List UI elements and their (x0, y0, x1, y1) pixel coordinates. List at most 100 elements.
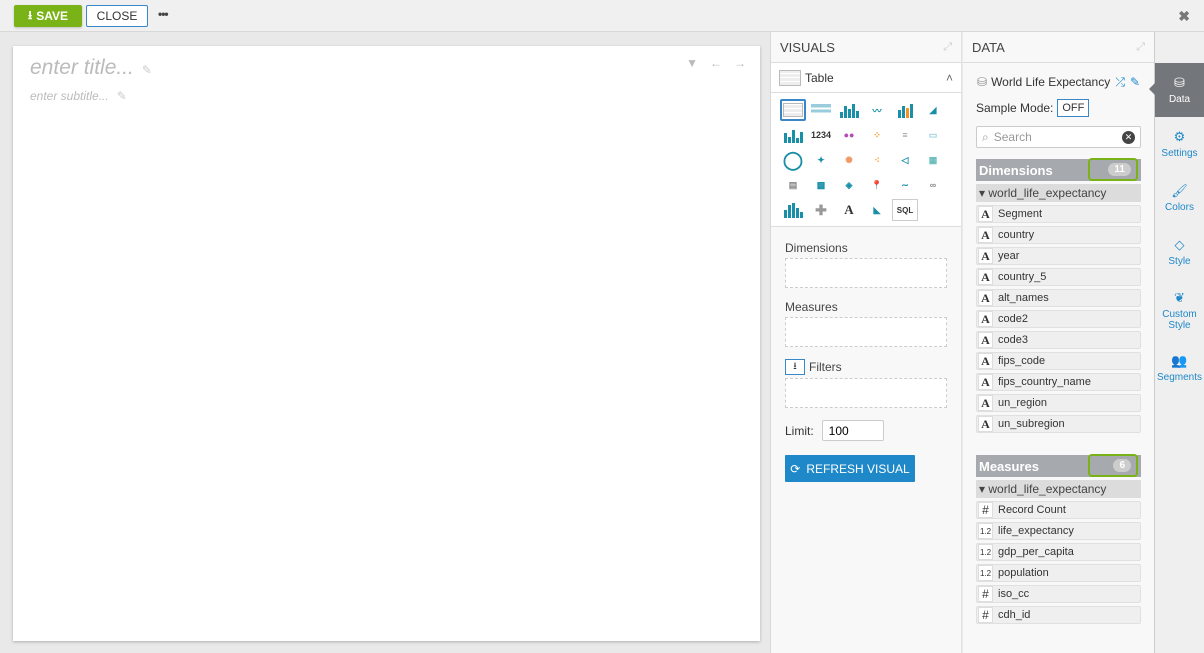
refresh-visual-button[interactable]: ⟳ REFRESH VISUAL (785, 455, 915, 482)
close-button[interactable]: CLOSE (86, 5, 148, 27)
text-type-icon: A (978, 206, 993, 222)
donut-icon[interactable]: ◯ (780, 149, 806, 171)
measures-label: Measures (979, 458, 1039, 474)
dimension-field[interactable]: Afips_country_name (976, 373, 1141, 391)
expand-icon[interactable]: ⤢ (943, 41, 952, 54)
sidebar-tab-segments[interactable]: 👥 Segments (1155, 341, 1204, 395)
correlation-icon[interactable]: ∞ (920, 174, 946, 196)
search-placeholder: Search (993, 130, 1032, 144)
sidebar-tab-data[interactable]: ⛁ Data (1149, 63, 1204, 117)
cross-tab-icon[interactable] (808, 99, 834, 121)
title-field[interactable]: enter title... ✎ (30, 56, 152, 80)
sidebar-tab-settings[interactable]: ⚙ Settings (1155, 117, 1204, 171)
combo-chart-icon[interactable] (892, 99, 918, 121)
dimension-field[interactable]: Acountry (976, 226, 1141, 244)
field-name: code3 (998, 334, 1028, 346)
limit-row: Limit: (785, 420, 947, 441)
chevron-up-icon[interactable]: ˄ (946, 71, 953, 85)
dimension-field[interactable]: Aun_subregion (976, 415, 1141, 433)
edit-dataset-icon[interactable]: ✎ (1130, 75, 1140, 90)
funnel-icon[interactable]: ◁ (892, 149, 918, 171)
expand-icon[interactable]: ⤢ (1136, 41, 1145, 54)
arrow-left-icon[interactable]: ← (710, 56, 722, 70)
field-name: population (998, 567, 1049, 579)
sparkline-icon[interactable]: ∼ (892, 174, 918, 196)
sample-mode-toggle[interactable]: OFF (1057, 99, 1090, 117)
visuals-header: VISUALS ⤢ (771, 32, 961, 63)
scatter-icon[interactable]: ⁘ (864, 124, 890, 146)
refresh-label: REFRESH VISUAL (806, 461, 910, 476)
sidebar-tab-label: Style (1168, 256, 1191, 267)
measure-field[interactable]: # cdh_id (976, 606, 1141, 624)
dimension-field[interactable]: Aun_region (976, 394, 1141, 412)
area-chart-icon[interactable]: ◢ (920, 99, 946, 121)
filter-download-icon[interactable]: ⭳ (785, 359, 805, 375)
clear-search-icon[interactable]: ✕ (1122, 130, 1135, 144)
sql-icon[interactable]: SQL (892, 199, 918, 221)
heatmap-icon[interactable]: ▦ (920, 149, 946, 171)
shuffle-icon[interactable]: ⤮ (1115, 75, 1125, 90)
histogram-icon[interactable] (780, 199, 806, 221)
field-search-input[interactable]: ⌕ Search ✕ (976, 126, 1141, 148)
text-type-icon: A (978, 353, 993, 369)
stacked-bar-icon[interactable] (836, 99, 862, 121)
arrow-right-icon[interactable]: → (734, 56, 746, 70)
dimension-field[interactable]: A Segment (976, 205, 1141, 223)
limit-input[interactable] (821, 420, 884, 441)
chord-icon[interactable]: ✺ (836, 149, 862, 171)
map-icon[interactable]: ▤ (780, 174, 806, 196)
aster-icon[interactable]: ≡ (892, 124, 918, 146)
line-chart-icon[interactable]: 〰 (864, 99, 890, 121)
dimensions-section: Dimensions 11 ▾ world_life_expectancy A Se… (976, 158, 1141, 433)
subtitle-field[interactable]: enter subtitle... ✎ (30, 89, 127, 103)
bar-icon[interactable]: ▭ (920, 124, 946, 146)
measures-header[interactable]: Measures 6 (976, 454, 1141, 477)
group-label: world_life_expectancy (988, 482, 1107, 496)
us-map-icon[interactable]: ◈ (836, 174, 862, 196)
sidebar-tab-custom-style[interactable]: ❦ Custom Style (1155, 279, 1204, 341)
filters-dropzone[interactable] (785, 378, 947, 408)
packed-bubbles-icon[interactable]: ●● (836, 124, 862, 146)
more-options-button[interactable]: ••• (158, 7, 169, 21)
decimal-type-icon: 1.2 (978, 544, 993, 560)
network-icon[interactable]: ⁖ (864, 149, 890, 171)
filters-shelf-header: ⭳ Filters (785, 359, 947, 375)
rich-text-icon[interactable]: A (836, 199, 862, 221)
interactive-map-icon[interactable]: 📍 (864, 174, 890, 196)
table-visual-icon[interactable] (780, 99, 806, 121)
measure-field[interactable]: 1.2 life_expectancy (976, 522, 1141, 540)
sidebar-tab-style[interactable]: ◇ Style (1155, 225, 1204, 279)
save-button[interactable]: ⭳ SAVE (14, 5, 82, 27)
measure-field[interactable]: 1.2 gdp_per_capita (976, 543, 1141, 561)
dimension-field[interactable]: Afips_code (976, 352, 1141, 370)
dimension-field[interactable]: Ayear (976, 247, 1141, 265)
dimensions-dropzone[interactable] (785, 258, 947, 288)
grouped-bar-icon[interactable] (780, 124, 806, 146)
dimension-field[interactable]: Acode2 (976, 310, 1141, 328)
extension-icon[interactable]: ✚ (808, 199, 834, 221)
dimension-field[interactable]: Aalt_names (976, 289, 1141, 307)
field-name: Record Count (998, 504, 1066, 516)
pencil-icon[interactable]: ✎ (142, 63, 152, 77)
sidebar-tab-colors[interactable]: 🖌 Colors (1155, 171, 1204, 225)
visual-type-selector[interactable]: Table ˄ (771, 63, 961, 93)
filters-shelf-label: Filters (809, 360, 842, 374)
measure-field[interactable]: # Record Count (976, 501, 1141, 519)
dimensions-group[interactable]: ▾ world_life_expectancy (976, 184, 1141, 202)
measure-field[interactable]: # iso_cc (976, 585, 1141, 603)
filter-icon[interactable]: ▼ (686, 56, 698, 70)
dimension-field[interactable]: Acode3 (976, 331, 1141, 349)
kpi-icon[interactable]: 1234 (808, 124, 834, 146)
measures-dropzone[interactable] (785, 317, 947, 347)
pencil-icon[interactable]: ✎ (117, 89, 127, 103)
field-name: year (998, 250, 1020, 262)
choropleth-icon[interactable]: ▩ (808, 174, 834, 196)
dimensions-header[interactable]: Dimensions 11 (976, 158, 1141, 181)
pareto-icon[interactable]: ◣ (864, 199, 890, 221)
dimension-field[interactable]: Acountry_5 (976, 268, 1141, 286)
measures-group[interactable]: ▾ world_life_expectancy (976, 480, 1141, 498)
close-window-icon[interactable]: ✖ (1178, 8, 1190, 25)
measure-field[interactable]: 1.2 population (976, 564, 1141, 582)
sidebar-tab-label: Custom Style (1162, 308, 1197, 331)
radial-icon[interactable]: ✦ (808, 149, 834, 171)
